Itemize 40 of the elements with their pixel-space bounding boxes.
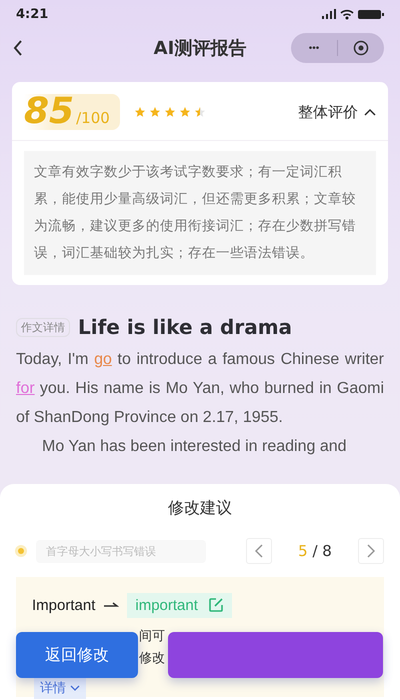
- essay-paragraph: Mo Yan has been interested in reading and: [41, 437, 348, 457]
- overall-comment: 文章有效字数少于该考试字数要求；有一定词汇积累，能使用少量高级词汇，但还需更多积累；文章较为流畅，建议更多的使用衔接词汇；存在少数拼写错误，词汇基础较为扎实；存在一些语法错误。: [24, 151, 376, 275]
- page-title: AI测评报告: [154, 37, 246, 60]
- sheet-title: 修改建议: [167, 498, 233, 519]
- star-icon: [148, 106, 161, 118]
- status-time: 4:21: [16, 6, 48, 22]
- score-total: /100: [76, 109, 110, 127]
- status-dot: [18, 548, 24, 554]
- wifi-icon: [340, 8, 354, 20]
- essay-title: Life is like a drama: [78, 315, 292, 339]
- chevron-left-icon: [255, 544, 263, 558]
- more-button[interactable]: •••: [291, 33, 337, 63]
- error-category: 首字母大小写书写错误: [36, 540, 206, 562]
- previous-button[interactable]: [246, 538, 272, 564]
- next-button[interactable]: [358, 538, 384, 564]
- star-icon: [164, 106, 176, 118]
- essay-tag: 作文详情: [16, 318, 70, 336]
- star-icon: [178, 106, 191, 118]
- return-edit-button[interactable]: 返回修改: [16, 632, 138, 678]
- suggestion-text: 间可: [139, 628, 165, 645]
- back-icon: [12, 39, 24, 57]
- suggestion-text: 修改: [139, 650, 165, 667]
- page-counter: 5 / 8: [297, 542, 333, 560]
- essay-paragraph: Today, I'm go to introduce a famous Chinese writer for you. His name is Mo Yan, who burned in Gaomi of ShanDong Province on 2.17, 1955.: [16, 350, 384, 428]
- overall-toggle[interactable]: 整体评价: [298, 102, 376, 122]
- chevron-icon: [364, 108, 376, 116]
- star-icon: [194, 106, 206, 118]
- edit-icon: [208, 597, 224, 613]
- details-button[interactable]: 详情: [34, 677, 86, 699]
- chevron-down-icon: [70, 685, 80, 691]
- score-value: 85: [24, 94, 74, 130]
- error-highlight[interactable]: go: [94, 351, 112, 368]
- corrected-word[interactable]: important: [127, 592, 232, 618]
- star-icon: [134, 106, 146, 118]
- target-icon: [353, 40, 369, 56]
- error-highlight[interactable]: for: [16, 380, 35, 397]
- original-word: Important: [32, 596, 96, 614]
- chevron-right-icon: [367, 544, 375, 558]
- signal-icon: [322, 9, 336, 19]
- battery-icon: [358, 8, 384, 20]
